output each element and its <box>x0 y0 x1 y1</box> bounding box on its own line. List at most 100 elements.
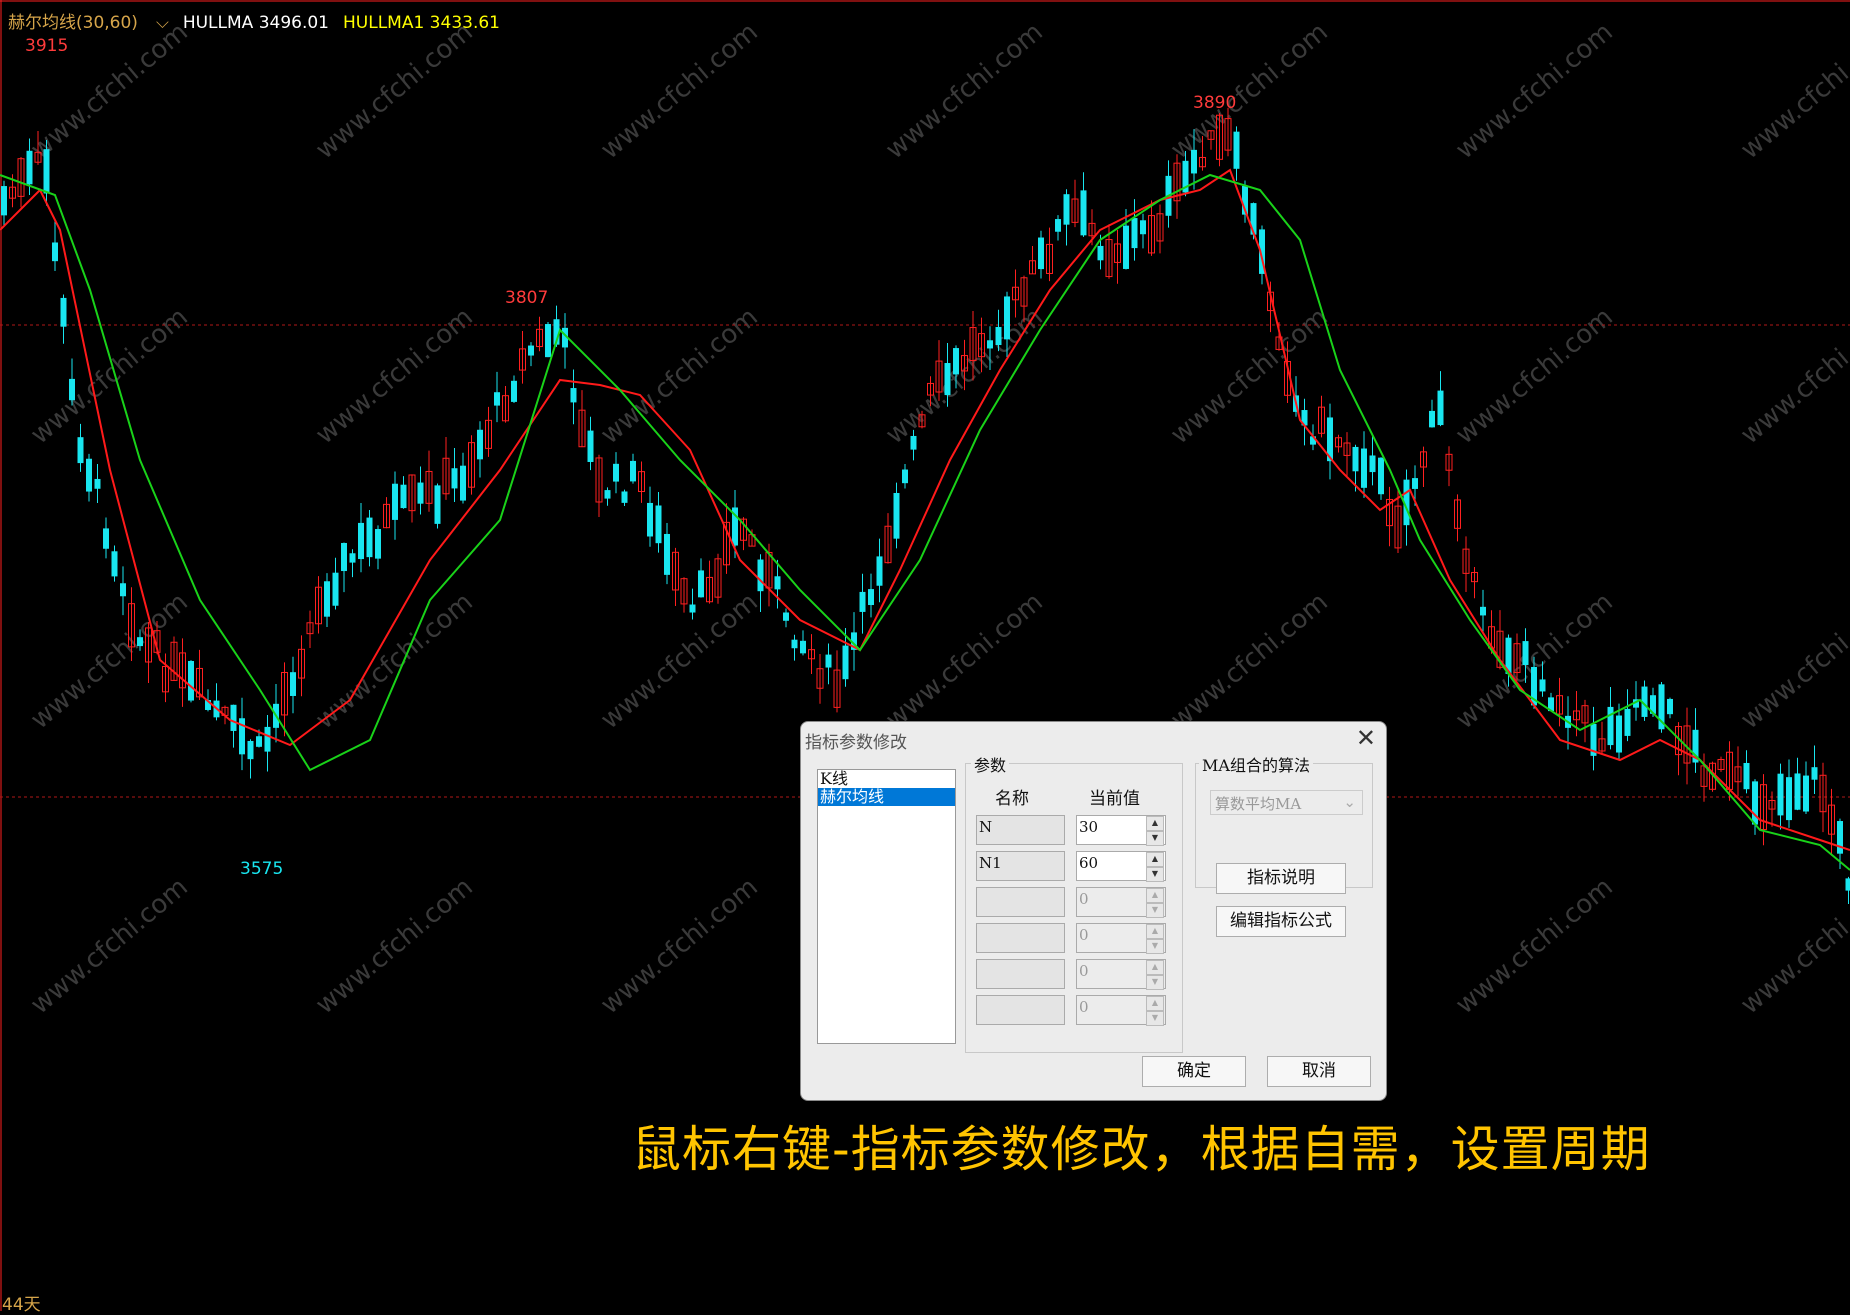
param-spinner[interactable]: ▲▼ <box>1146 852 1164 880</box>
candle-body <box>1353 447 1359 471</box>
candle-body <box>860 592 866 612</box>
candle-body <box>605 490 611 499</box>
ma-group-label: MA组合的算法 <box>1199 752 1313 776</box>
candle-body <box>1132 218 1138 248</box>
candle-body <box>945 363 951 395</box>
candle-body <box>1370 455 1376 472</box>
indicator-item-kline[interactable]: K线 <box>818 770 955 788</box>
param-name-field <box>976 923 1065 953</box>
candle-body <box>826 655 832 668</box>
candle-body <box>1540 679 1546 691</box>
candle-body <box>792 640 798 649</box>
candle-body <box>1098 246 1104 260</box>
candle-body <box>1616 716 1622 753</box>
watermark-text: www.cfchi.com <box>1735 587 1850 735</box>
param-spinner[interactable]: ▲▼ <box>1146 816 1164 844</box>
candle-body <box>112 551 118 576</box>
candle-body <box>1361 449 1367 488</box>
watermark-text: www.cfchi.com <box>25 587 194 735</box>
watermark-text: www.cfchi.com <box>25 872 194 1020</box>
watermark-text: www.cfchi.com <box>595 17 764 165</box>
chevron-down-icon: ⌄ <box>1343 793 1356 811</box>
candle-body <box>61 298 67 327</box>
candle-body <box>1378 458 1384 495</box>
candle-body <box>1795 773 1801 809</box>
candle-body <box>613 464 619 482</box>
candle-body <box>392 484 398 520</box>
watermark-text: www.cfchi.com <box>1165 17 1334 165</box>
hullma-value: HULLMA 3496.01 <box>183 13 329 33</box>
candle-body <box>95 479 101 489</box>
candle-body <box>494 392 500 405</box>
candle-body <box>1064 194 1070 224</box>
candle-body <box>44 149 50 193</box>
indicator-name[interactable]: 赫尔均线(30,60)⌵ <box>8 13 169 33</box>
param-spinner: ▲▼ <box>1146 960 1164 988</box>
watermark-text: www.cfchi.com <box>1450 872 1619 1020</box>
close-icon[interactable]: ✕ <box>1356 724 1376 752</box>
candle-body <box>324 581 330 616</box>
indicator-explain-button[interactable]: 指标说明 <box>1216 863 1346 894</box>
candle-body <box>1778 774 1784 816</box>
watermark-text: www.cfchi.com <box>595 302 764 450</box>
edit-formula-button[interactable]: 编辑指标公式 <box>1216 906 1346 937</box>
watermark-text: www.cfchi.com <box>1735 302 1850 450</box>
candle-body <box>401 485 407 508</box>
candle-body <box>1081 190 1087 235</box>
low-label-3575: 3575 <box>240 859 283 879</box>
candle-body <box>698 570 704 597</box>
indicator-params-dialog: 指标参数修改 ✕ K线 赫尔均线 参数 名称 当前值 N 30 ▲▼ N1 60… <box>800 721 1387 1101</box>
candle-body <box>452 468 458 488</box>
candle-body <box>622 491 628 502</box>
candle-body <box>1786 777 1792 820</box>
candle-body <box>545 324 551 357</box>
candle-body <box>1803 776 1809 812</box>
cancel-button[interactable]: 取消 <box>1267 1056 1371 1087</box>
candle-body <box>256 736 262 747</box>
candle-body <box>775 576 781 589</box>
candle-body <box>290 672 296 696</box>
param-name-field <box>976 887 1065 917</box>
candle-body <box>248 741 254 759</box>
high-label-3890: 3890 <box>1193 93 1236 113</box>
indicator-legend: 赫尔均线(30,60)⌵HULLMA 3496.01HULLMA1 3433.6… <box>8 8 514 33</box>
candle-body <box>120 583 126 596</box>
watermark-text: www.cfchi.com <box>595 872 764 1020</box>
candle-body <box>1038 238 1044 270</box>
watermark-text: www.cfchi.com <box>1450 302 1619 450</box>
param-spinner: ▲▼ <box>1146 888 1164 916</box>
chevron-down-icon[interactable]: ⌵ <box>156 13 169 33</box>
candle-body <box>911 436 917 450</box>
indicator-list[interactable]: K线 赫尔均线 <box>817 769 956 1044</box>
param-name-field[interactable]: N <box>976 815 1065 845</box>
param-name-field <box>976 959 1065 989</box>
candle-body <box>868 589 874 605</box>
high-label-3807: 3807 <box>505 288 548 308</box>
candle-body <box>418 483 424 504</box>
candle-body <box>1055 219 1061 232</box>
caption-text: 鼠标右键-指标参数修改，根据自需，设置周期 <box>632 1110 1651 1181</box>
candle-body <box>843 646 849 680</box>
param-name-field[interactable]: N1 <box>976 851 1065 881</box>
candle-body <box>477 430 483 460</box>
candle-body <box>877 556 883 585</box>
candle-body <box>800 641 806 654</box>
candle-body <box>1837 821 1843 854</box>
indicator-item-hull[interactable]: 赫尔均线 <box>818 788 955 806</box>
ok-button[interactable]: 确定 <box>1142 1056 1246 1087</box>
watermark-text: www.cfchi.com <box>310 17 479 165</box>
candle-body <box>1123 226 1129 269</box>
watermark-text: www.cfchi.com <box>1735 17 1850 165</box>
col-name-header: 名称 <box>995 784 1029 809</box>
candle-body <box>367 518 373 558</box>
candle-body <box>656 505 662 543</box>
watermark-text: www.cfchi.com <box>1450 17 1619 165</box>
candle-body <box>52 242 58 261</box>
col-value-header: 当前值 <box>1089 784 1140 809</box>
watermark-text: www.cfchi.com <box>310 302 479 450</box>
candle-body <box>1004 296 1010 339</box>
candle-body <box>630 461 636 482</box>
candle-body <box>358 523 364 559</box>
candle-body <box>953 348 959 374</box>
candle-body <box>188 661 194 701</box>
